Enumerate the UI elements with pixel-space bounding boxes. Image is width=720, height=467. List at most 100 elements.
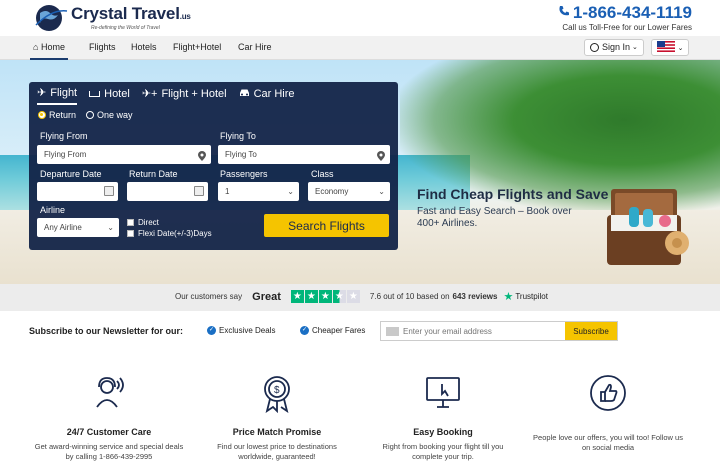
- passengers-label: Passengers: [220, 169, 268, 179]
- radio-selected-icon: [38, 111, 46, 119]
- star-empty-icon: ★: [346, 290, 360, 303]
- promo-title: Find Cheap Flights and Save: [417, 186, 609, 202]
- feature-desc: Get award-winning service and special de…: [34, 442, 184, 461]
- tab-car-hire-label: Car Hire: [253, 87, 295, 100]
- flying-from-label: Flying From: [40, 131, 88, 141]
- promo-subtitle: Fast and Easy Search – Book over 400+ Ai…: [417, 206, 572, 229]
- radio-one-way[interactable]: One way: [86, 110, 133, 120]
- nav-home[interactable]: ⌂ Home: [30, 36, 68, 60]
- svg-text:$: $: [274, 385, 280, 396]
- tab-flight-hotel[interactable]: ✈+ Flight + Hotel: [142, 86, 227, 105]
- computer-click-icon: [423, 373, 463, 413]
- logo-tagline: Re-defining the World of Travel: [91, 25, 160, 31]
- chevron-down-icon: ⌄: [677, 44, 684, 52]
- passengers-select[interactable]: 1 ⌄: [218, 182, 299, 201]
- tab-flight-hotel-label: Flight + Hotel: [161, 87, 227, 100]
- user-icon: [590, 43, 599, 52]
- tab-flight[interactable]: ✈ Flight: [37, 86, 78, 105]
- flying-to-input[interactable]: Flying To: [218, 145, 390, 164]
- newsletter-bar: Subscribe to our Newsletter for our: ✓ E…: [0, 311, 720, 351]
- chevron-down-icon: ⌄: [378, 187, 385, 196]
- nav-flight-hotel[interactable]: Flight+Hotel: [173, 36, 221, 60]
- feature-social: People love our offers, you will too! Fo…: [533, 373, 683, 453]
- trustpilot-brand: Trustpilot: [515, 292, 548, 301]
- trust-score: 7.6 out of 10 based on: [369, 292, 450, 301]
- radio-return[interactable]: Return: [38, 110, 76, 120]
- promo-block: Find Cheap Flights and Save Fast and Eas…: [417, 186, 608, 230]
- airline-label: Airline: [40, 205, 66, 215]
- radio-one-way-label: One way: [97, 110, 133, 120]
- feature-desc: People love our offers, you will too! Fo…: [533, 433, 683, 452]
- check-circle-icon: ✓: [300, 326, 309, 335]
- direct-checkbox-label: Direct: [138, 218, 159, 227]
- trip-type-group: Return One way: [38, 110, 133, 120]
- feature-desc: Find our lowest price to destinations wo…: [217, 442, 337, 461]
- logo[interactable]: Crystal Travel.us Re-defining the World …: [34, 3, 191, 33]
- features-section: 24/7 Customer Care Get award-winning ser…: [0, 351, 720, 467]
- checkbox-icon: [127, 219, 134, 226]
- phone-icon: [558, 4, 570, 22]
- search-flights-button[interactable]: Search Flights: [264, 214, 389, 237]
- location-pin-icon: [377, 149, 385, 168]
- envelope-icon: [386, 327, 399, 336]
- feature-desc: Right from booking your flight till you …: [382, 442, 504, 461]
- trust-review-count[interactable]: 643 reviews: [453, 292, 498, 301]
- class-value: Economy: [315, 187, 349, 196]
- search-tabs: ✈ Flight Hotel ✈+ Flight + Hotel Car Hir…: [37, 86, 307, 105]
- suitcase-image: [603, 185, 689, 267]
- plane-bed-icon: ✈+: [141, 88, 158, 100]
- nav-flights[interactable]: Flights: [89, 36, 116, 60]
- nav-car-hire[interactable]: Car Hire: [238, 36, 272, 60]
- trustpilot-logo[interactable]: ★ Trustpilot: [503, 290, 547, 303]
- home-icon: ⌂: [33, 42, 39, 52]
- flexi-date-checkbox[interactable]: Flexi Date(+/-3)Days: [127, 229, 212, 238]
- chevron-down-icon: ⌄: [107, 223, 114, 232]
- class-select[interactable]: Economy ⌄: [308, 182, 390, 201]
- trustpilot-bar: Our customers say Great ★ ★ ★ ★ ★ 7.6 ou…: [0, 284, 720, 311]
- trust-rating-word: Great: [252, 290, 281, 303]
- chevron-down-icon: ⌄: [287, 187, 294, 196]
- return-date-label: Return Date: [129, 169, 178, 179]
- airline-value: Any Airline: [44, 223, 82, 232]
- tab-hotel-label: Hotel: [104, 87, 130, 100]
- flying-from-input[interactable]: Flying From: [37, 145, 211, 164]
- perk-cheaper-fares: ✓ Cheaper Fares: [300, 326, 365, 335]
- check-circle-icon: ✓: [207, 326, 216, 335]
- feature-easy-booking: Easy Booking Right from booking your fli…: [368, 373, 518, 462]
- feature-title: Price Match Promise: [232, 427, 322, 437]
- direct-checkbox[interactable]: Direct: [127, 218, 159, 227]
- return-date-input[interactable]: [127, 182, 208, 201]
- phone-block: 1-866-434-1119 Call us Toll-Free for our…: [558, 4, 692, 32]
- trust-stars[interactable]: ★ ★ ★ ★ ★: [290, 290, 360, 303]
- radio-unselected-icon: [86, 111, 95, 119]
- trustpilot-star-icon: ★: [503, 291, 514, 303]
- star-half-icon: ★: [332, 290, 346, 303]
- feature-customer-care: 24/7 Customer Care Get award-winning ser…: [34, 373, 184, 462]
- star-icon: ★: [290, 290, 304, 303]
- flight-search-panel: ✈ Flight Hotel ✈+ Flight + Hotel Car Hir…: [29, 82, 398, 250]
- checkbox-icon: [127, 230, 134, 237]
- globe-icon: [34, 3, 68, 33]
- tab-hotel[interactable]: Hotel: [89, 86, 130, 105]
- phone-number[interactable]: 1-866-434-1119: [573, 4, 692, 22]
- feature-price-match: $ Price Match Promise Find our lowest pr…: [202, 373, 352, 462]
- perk-exclusive-deals: ✓ Exclusive Deals: [207, 326, 275, 335]
- nav-hotels[interactable]: Hotels: [131, 36, 157, 60]
- country-selector[interactable]: ⌄: [651, 39, 689, 56]
- email-input[interactable]: [381, 322, 565, 340]
- feature-title: Easy Booking: [413, 427, 473, 437]
- trust-prefix: Our customers say: [175, 292, 243, 301]
- star-icon: ★: [318, 290, 332, 303]
- main-nav: ⌂ Home Flights Hotels Flight+Hotel Car H…: [0, 36, 720, 60]
- airline-select[interactable]: Any Airline ⌄: [37, 218, 119, 237]
- sign-in-button[interactable]: Sign In ⌄: [584, 39, 644, 56]
- subscribe-button[interactable]: Subscribe: [565, 322, 617, 340]
- departure-date-input[interactable]: [37, 182, 118, 201]
- tab-flight-label: Flight: [50, 86, 78, 99]
- car-icon: [239, 88, 250, 100]
- thumbs-up-icon[interactable]: [588, 373, 628, 413]
- logo-title: Crystal Travel: [71, 4, 180, 23]
- tab-car-hire[interactable]: Car Hire: [239, 86, 295, 105]
- class-label: Class: [311, 169, 334, 179]
- bed-icon: [89, 90, 101, 97]
